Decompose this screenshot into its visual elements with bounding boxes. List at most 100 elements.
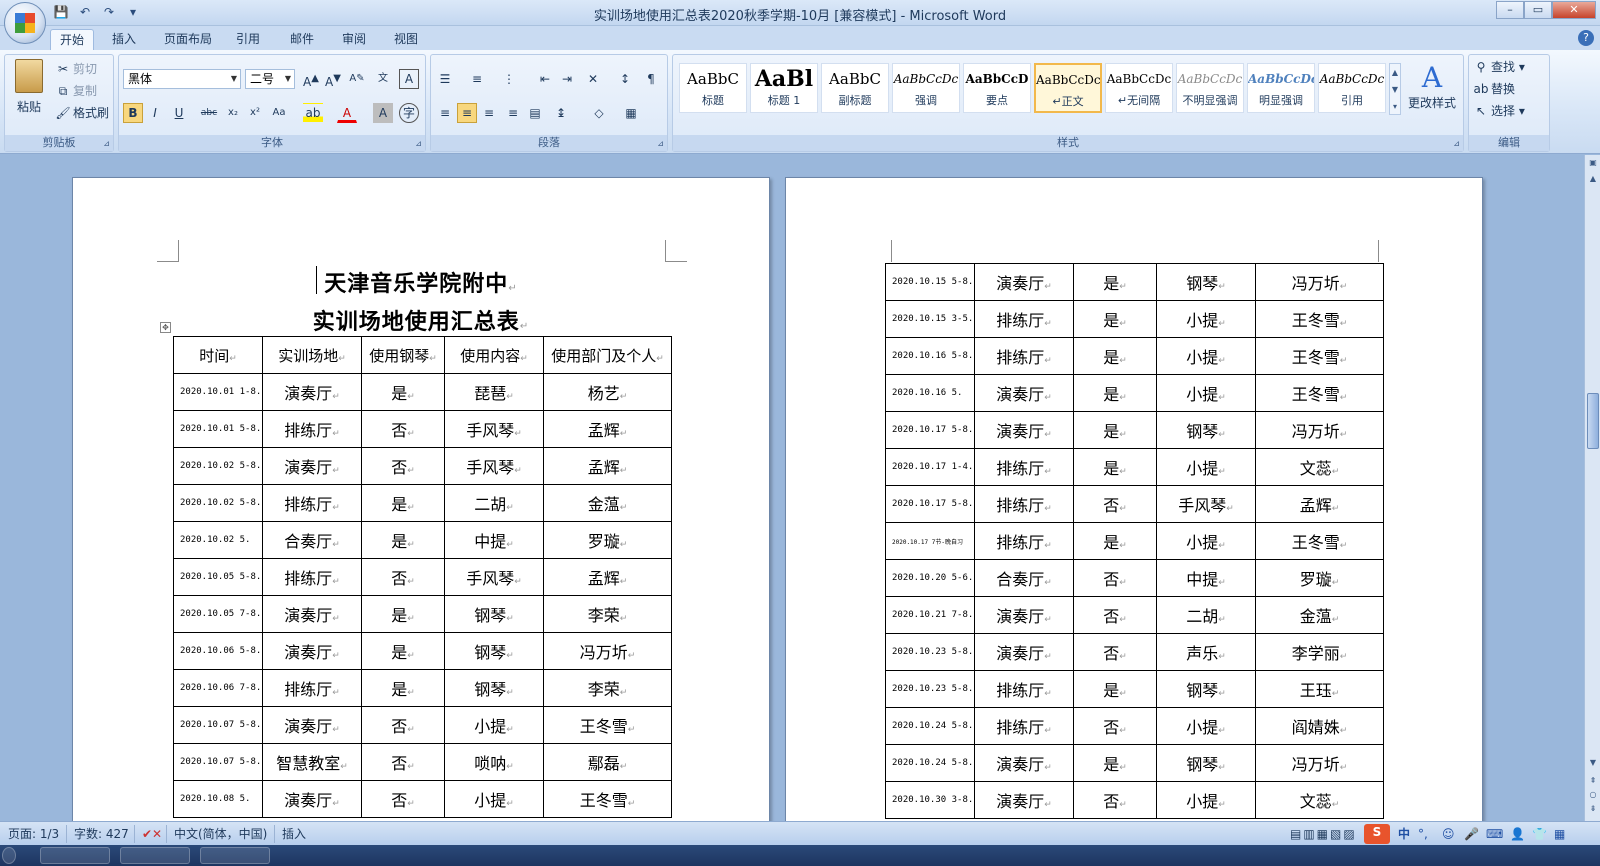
cell-time[interactable]: 2020.10.23 5-8.: [885, 633, 975, 671]
cell-venue[interactable]: 演奏厅↵: [262, 595, 362, 633]
cell-content[interactable]: 声乐↵: [1156, 633, 1256, 671]
cell-piano[interactable]: 是↵: [1073, 263, 1157, 301]
insert-mode[interactable]: 插入: [282, 826, 306, 842]
document-area[interactable]: 天津音乐学院附中↵ 实训场地使用汇总表↵ ✥ 时间↵ 实训场地↵ 使用钢琴↵ 使…: [0, 155, 1584, 821]
cell-department[interactable]: 金蕰↵: [1255, 596, 1384, 634]
minimize-button[interactable]: –: [1496, 1, 1524, 19]
borders-icon[interactable]: ▦: [621, 103, 641, 123]
cell-venue[interactable]: 演奏厅↵: [974, 633, 1074, 671]
cell-time[interactable]: 2020.10.08 5.: [173, 780, 263, 818]
skin-icon[interactable]: 👕: [1532, 826, 1547, 842]
dialog-launcher-icon[interactable]: ⊿: [103, 139, 110, 148]
cell-piano[interactable]: 是↵: [361, 484, 445, 522]
cell-piano[interactable]: 是↵: [361, 632, 445, 670]
user-icon[interactable]: 👤: [1510, 826, 1525, 842]
format-painter-button[interactable]: 🖌 格式刷: [55, 105, 109, 121]
cell-venue[interactable]: 排练厅↵: [262, 410, 362, 448]
dialog-launcher-icon[interactable]: ⊿: [415, 139, 422, 148]
numbering-icon[interactable]: ≡: [467, 69, 487, 89]
cell-piano[interactable]: 是↵: [1073, 522, 1157, 560]
scroll-up-icon[interactable]: ▲: [1587, 173, 1599, 185]
cell-department[interactable]: 冯万圻↵: [1255, 411, 1384, 449]
cell-time[interactable]: 2020.10.02 5-8.: [173, 484, 263, 522]
cell-venue[interactable]: 演奏厅↵: [974, 781, 1074, 819]
cell-content[interactable]: 中提↵: [1156, 559, 1256, 597]
cell-department[interactable]: 王冬雪↵: [1255, 300, 1384, 338]
cell-department[interactable]: 罗璇↵: [543, 521, 672, 559]
cell-piano[interactable]: 否↵: [1073, 707, 1157, 745]
character-border-icon[interactable]: A: [399, 69, 419, 89]
cell-time[interactable]: 2020.10.21 7-8.: [885, 596, 975, 634]
cell-content[interactable]: 手风琴↵: [444, 410, 544, 448]
emoji-icon[interactable]: ☺: [1442, 826, 1455, 842]
cell-time[interactable]: 2020.10.17 1-4.: [885, 448, 975, 486]
cut-button[interactable]: ✂ 剪切: [55, 61, 97, 77]
cell-venue[interactable]: 排练厅↵: [974, 707, 1074, 745]
cell-venue[interactable]: 演奏厅↵: [974, 596, 1074, 634]
cell-time[interactable]: 2020.10.06 7-8.: [173, 669, 263, 707]
table-move-handle-icon[interactable]: ✥: [160, 322, 171, 333]
cell-department[interactable]: 孟辉↵: [543, 410, 672, 448]
cell-piano[interactable]: 是↵: [361, 669, 445, 707]
cell-time[interactable]: 2020.10.01 5-8.: [173, 410, 263, 448]
cell-time[interactable]: 2020.10.24 5-8.: [885, 744, 975, 782]
style-normal[interactable]: AaBbCcDc ↵正文: [1034, 63, 1102, 113]
cell-time[interactable]: 2020.10.05 7-8.: [173, 595, 263, 633]
tab-page-layout[interactable]: 页面布局: [158, 29, 218, 50]
grow-font-icon[interactable]: A▲: [301, 69, 321, 89]
doc-title-line2[interactable]: 实训场地使用汇总表↵: [73, 304, 769, 336]
justify-icon[interactable]: ≡: [503, 103, 523, 123]
align-left-icon[interactable]: ≡: [435, 103, 455, 123]
cell-piano[interactable]: 是↵: [1073, 411, 1157, 449]
change-styles-button[interactable]: A 更改样式: [1403, 61, 1461, 111]
cell-time[interactable]: 2020.10.02 5.: [173, 521, 263, 559]
cell-piano[interactable]: 否↵: [361, 706, 445, 744]
cell-venue[interactable]: 演奏厅↵: [974, 744, 1074, 782]
tab-view[interactable]: 视图: [386, 29, 426, 50]
cell-department[interactable]: 文蕊↵: [1255, 781, 1384, 819]
header-piano[interactable]: 使用钢琴↵: [361, 336, 445, 374]
style-emphasis[interactable]: AaBbCcDc 强调: [892, 63, 960, 113]
strikethrough-icon[interactable]: abc: [199, 103, 219, 123]
cell-venue[interactable]: 排练厅↵: [974, 670, 1074, 708]
cell-venue[interactable]: 排练厅↵: [974, 300, 1074, 338]
cell-department[interactable]: 王冬雪↵: [1255, 522, 1384, 560]
cell-piano[interactable]: 是↵: [1073, 337, 1157, 375]
tab-references[interactable]: 引用: [228, 29, 268, 50]
cell-piano[interactable]: 否↵: [361, 743, 445, 781]
cell-time[interactable]: 2020.10.17 5-8.: [885, 485, 975, 523]
tab-review[interactable]: 审阅: [334, 29, 374, 50]
page-indicator[interactable]: 页面: 1/3: [8, 826, 59, 842]
font-name-combo[interactable]: 黑体 ▼: [123, 69, 241, 89]
cell-piano[interactable]: 是↵: [1073, 374, 1157, 412]
bold-icon[interactable]: B: [123, 103, 143, 123]
subscript-icon[interactable]: x₂: [223, 103, 243, 123]
styles-scroll[interactable]: ▲ ▼ ▾: [1389, 63, 1401, 115]
cell-department[interactable]: 阎婧姝↵: [1255, 707, 1384, 745]
cell-venue[interactable]: 合奏厅↵: [974, 559, 1074, 597]
cell-content[interactable]: 小提↵: [1156, 300, 1256, 338]
cell-department[interactable]: 孟辉↵: [543, 558, 672, 596]
style-title[interactable]: AaBbC 标题: [679, 63, 747, 113]
cell-piano[interactable]: 是↵: [1073, 744, 1157, 782]
tab-insert[interactable]: 插入: [104, 29, 144, 50]
cell-venue[interactable]: 排练厅↵: [262, 484, 362, 522]
cell-time[interactable]: 2020.10.16 5.: [885, 374, 975, 412]
browse-object-icon[interactable]: ○: [1587, 789, 1599, 801]
cell-time[interactable]: 2020.10.05 5-8.: [173, 558, 263, 596]
shrink-font-icon[interactable]: A▼: [323, 69, 343, 89]
start-button[interactable]: [2, 847, 16, 864]
cell-venue[interactable]: 排练厅↵: [974, 448, 1074, 486]
maximize-button[interactable]: ▭: [1524, 1, 1552, 19]
asian-layout-icon[interactable]: ✕: [583, 69, 603, 89]
style-subtle-emphasis[interactable]: AaBbCcDc 不明显强调: [1176, 63, 1244, 113]
cell-time[interactable]: 2020.10.15 5-8.: [885, 263, 975, 301]
cell-piano[interactable]: 否↵: [361, 410, 445, 448]
cell-department[interactable]: 罗璇↵: [1255, 559, 1384, 597]
cell-content[interactable]: 二胡↵: [444, 484, 544, 522]
cell-time[interactable]: 2020.10.17 7节-晚自习: [885, 522, 975, 560]
cell-venue[interactable]: 演奏厅↵: [262, 706, 362, 744]
cell-content[interactable]: 小提↵: [1156, 337, 1256, 375]
cell-time[interactable]: 2020.10.02 5-8.: [173, 447, 263, 485]
header-department[interactable]: 使用部门及个人↵: [543, 336, 672, 374]
